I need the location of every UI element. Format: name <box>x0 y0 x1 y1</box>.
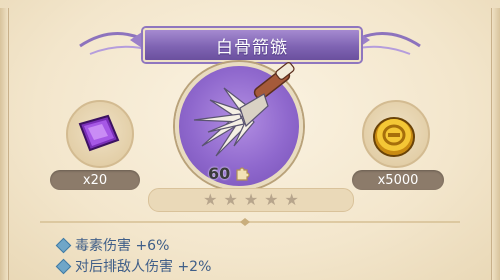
material-count-left: x20 <box>50 170 140 190</box>
section-divider <box>40 218 460 226</box>
gold-coin-icon <box>373 117 415 157</box>
purple-gem-icon <box>78 114 120 152</box>
stat-row: 对后排敌人伤害 +2% <box>55 256 212 276</box>
diamond-bullet-icon <box>55 237 72 253</box>
title-plate: 白骨箭镞 <box>143 28 361 62</box>
stat-text: 对后排敌人伤害 +2% <box>75 259 212 275</box>
star-icon: ★ <box>284 190 299 209</box>
fragment-count: 60 <box>208 162 252 184</box>
diamond-bullet-icon <box>55 258 72 274</box>
frame-right-border <box>491 8 500 280</box>
frame-left-border <box>0 8 9 280</box>
star-icon: ★ <box>223 190 238 209</box>
bone-arrowhead-icon <box>193 62 295 157</box>
stat-row: 毒素伤害 +6% <box>55 235 170 255</box>
star-icon: ★ <box>203 190 218 209</box>
item-name: 白骨箭镞 <box>216 37 288 58</box>
material-count-right: x5000 <box>352 170 444 190</box>
star-rating: ★ ★ ★ ★ ★ <box>148 188 354 212</box>
star-icon: ★ <box>264 190 279 209</box>
star-icon: ★ <box>243 190 259 209</box>
fragment-count-value: 60 <box>208 163 231 183</box>
puzzle-piece-icon <box>236 167 250 181</box>
equipment-detail-panel: 白骨箭镞 x20 x5000 60 ★ ★ ★ ★ ★ 毒素伤害 +6% 对后排… <box>0 0 500 280</box>
stat-text: 毒素伤害 +6% <box>75 238 170 254</box>
